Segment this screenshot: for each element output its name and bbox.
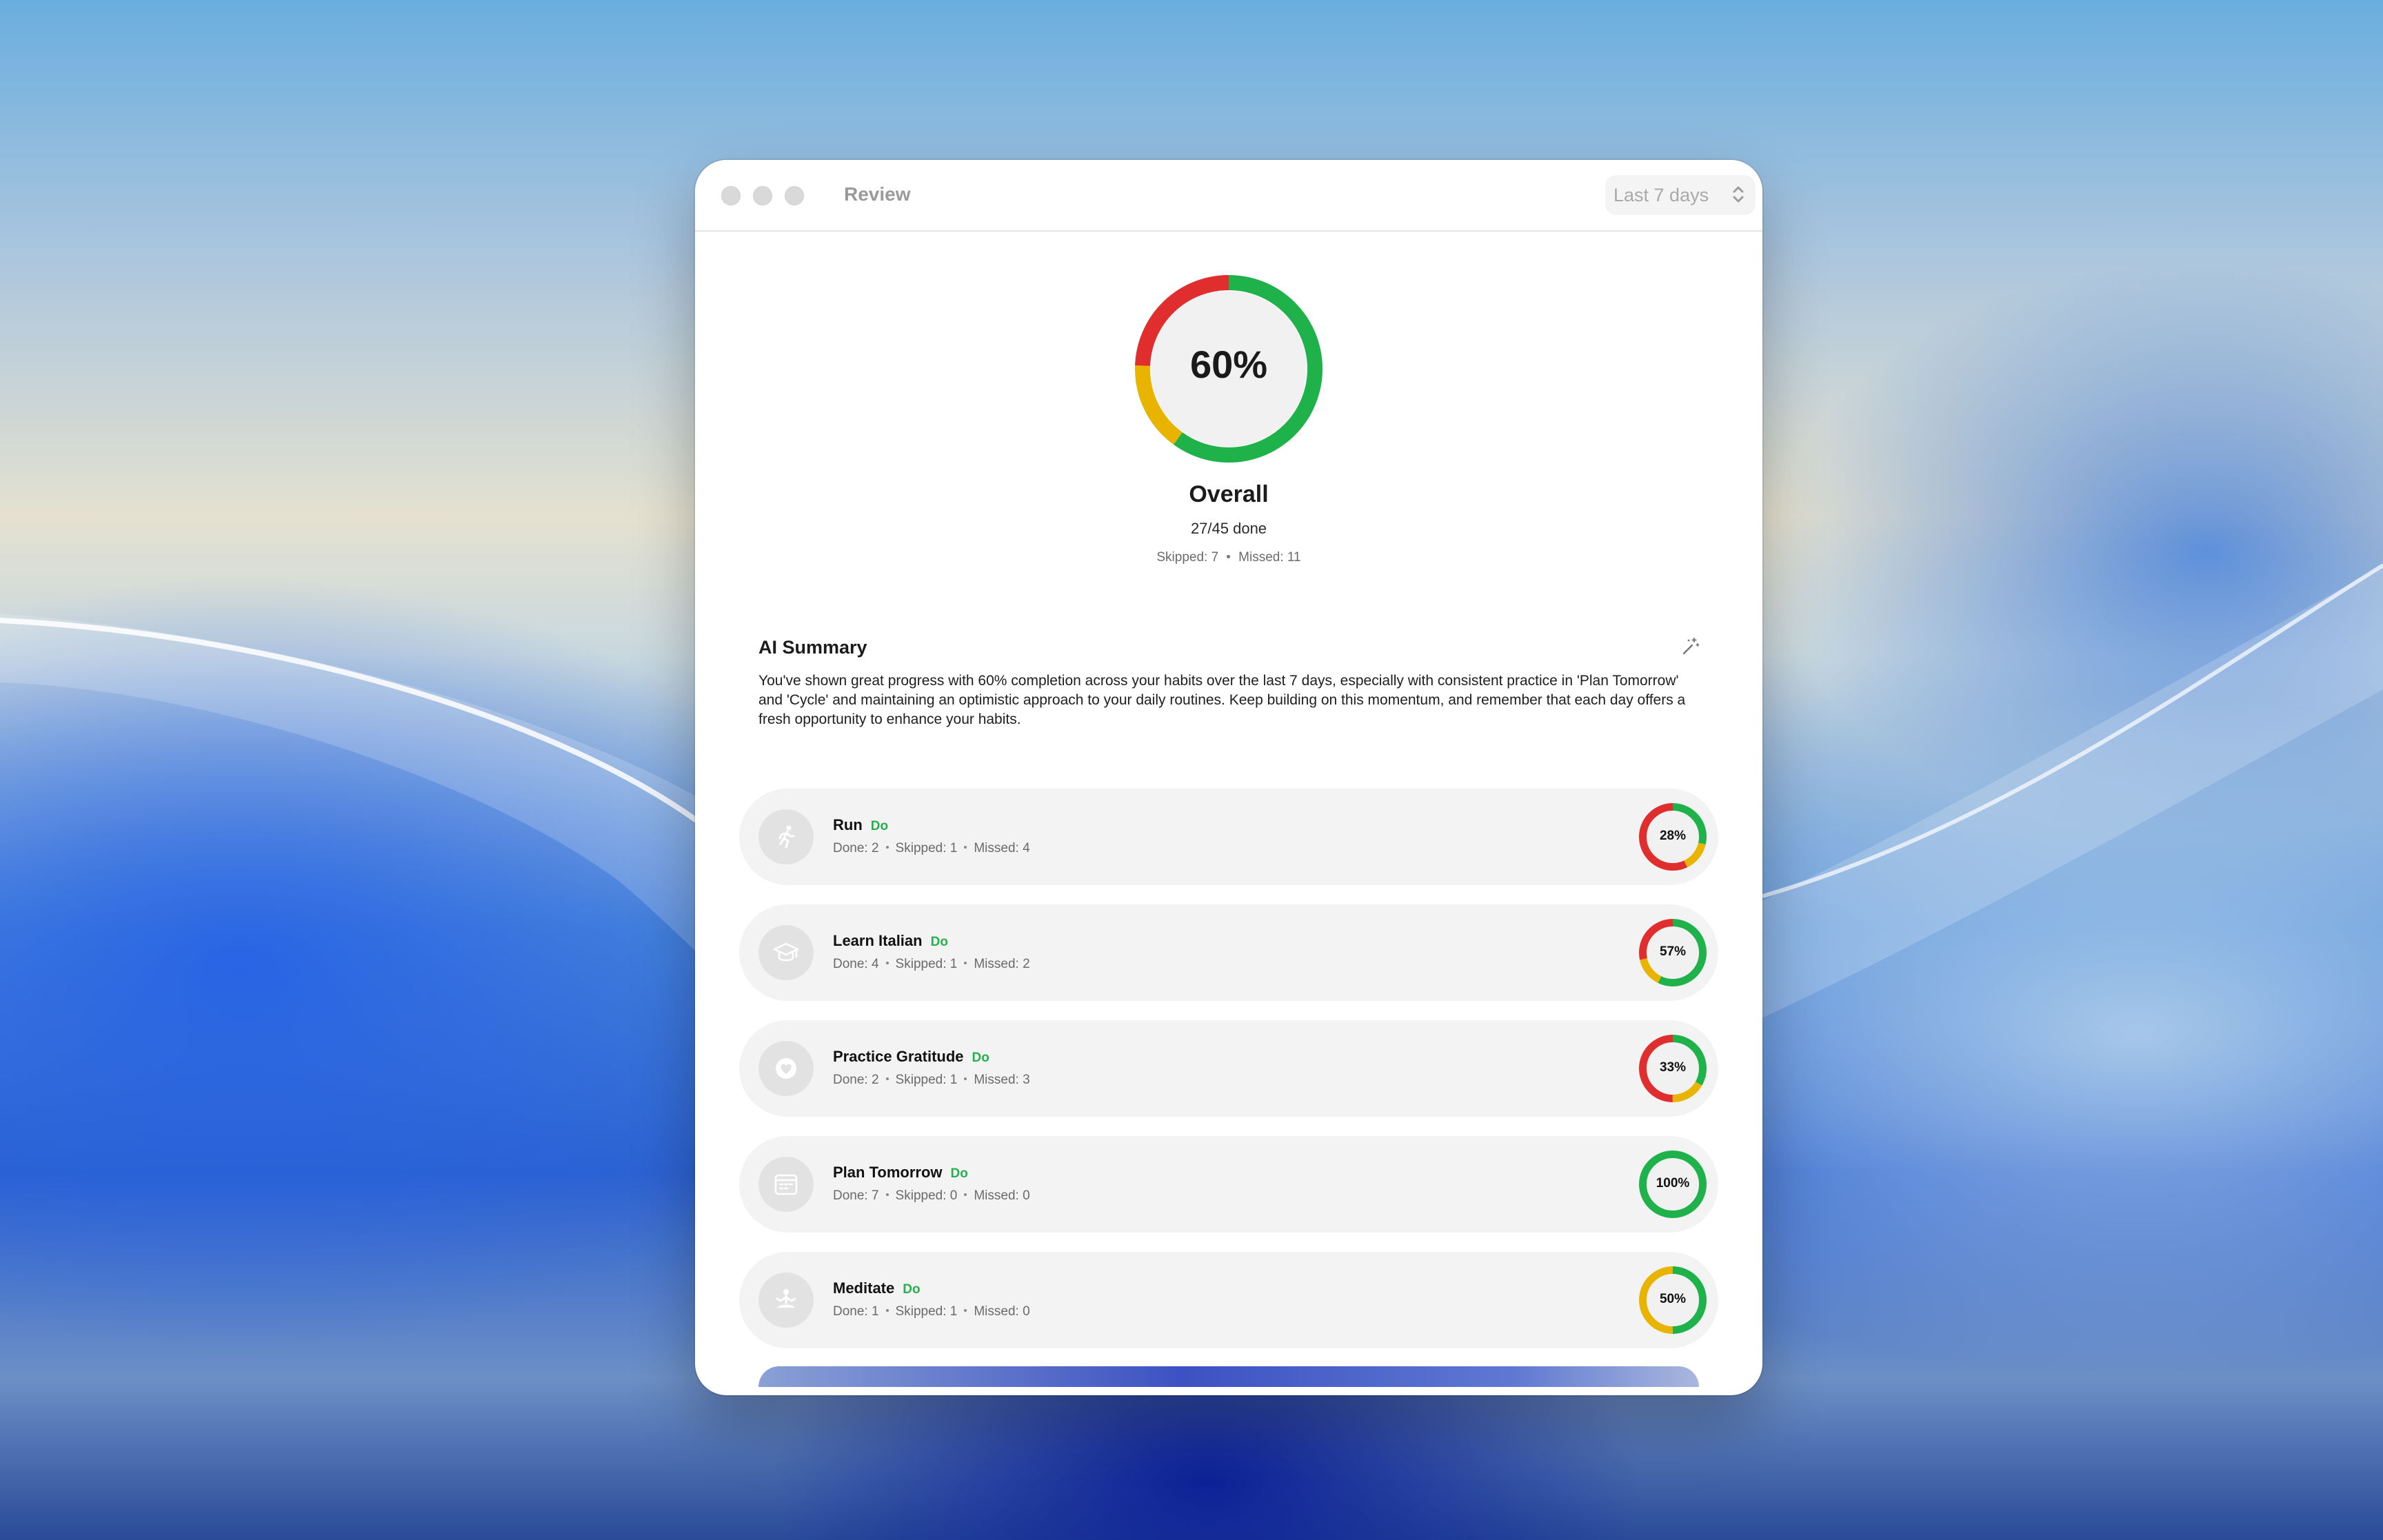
habit-icon-badge (758, 1157, 814, 1212)
habit-percent: 57% (1659, 944, 1687, 959)
habit-name: Practice Gratitude Do (833, 1048, 989, 1066)
habit-icon-badge (758, 925, 814, 980)
habit-done: Done: 7 (833, 1188, 879, 1203)
period-selector-value: Last 7 days (1613, 185, 1709, 205)
habit-stats: Done: 1 Skipped: 1 Missed: 0 (833, 1304, 1030, 1319)
habit-skipped: Skipped: 1 (895, 841, 958, 855)
magic-wand-icon[interactable] (1680, 636, 1700, 656)
habit-percent: 28% (1659, 829, 1687, 843)
habit-name: Plan Tomorrow Do (833, 1164, 968, 1182)
habit-row-plan-tomorrow[interactable]: Plan Tomorrow Do Done: 7 Skipped: 0 Missed:… (739, 1136, 1718, 1233)
habit-row-run[interactable]: Run Do Done: 2 Skipped: 1 Missed: 4 28% (739, 789, 1718, 885)
habit-stats: Done: 7 Skipped: 0 Missed: 0 (833, 1188, 1030, 1204)
period-selector[interactable]: Last 7 days (1605, 175, 1756, 215)
habit-stats: Done: 2 Skipped: 1 Missed: 4 (833, 841, 1030, 856)
habit-stats: Done: 4 Skipped: 1 Missed: 2 (833, 957, 1030, 972)
habit-done: Done: 4 (833, 957, 879, 971)
next-card-peek (758, 1366, 1699, 1387)
calendar-icon (774, 1174, 798, 1195)
habit-row-learn-italian[interactable]: Learn Italian Do Done: 4 Skipped: 1 Missed:… (739, 904, 1718, 1001)
ai-summary-text: You've shown great progress with 60% com… (758, 673, 1686, 727)
separator-dot (885, 1077, 889, 1081)
separator-dot (964, 962, 967, 965)
overall-skipped: Skipped: 7 (1156, 550, 1219, 565)
habit-icon-badge (758, 809, 814, 864)
habit-title: Run (833, 816, 863, 833)
separator-dot (964, 1077, 967, 1081)
habit-name: Run Do (833, 816, 888, 834)
overall-title: Overall (1189, 481, 1269, 507)
habit-name: Meditate Do (833, 1279, 921, 1297)
habit-kind-label: Do (930, 935, 948, 949)
habit-kind-label: Do (950, 1166, 968, 1181)
habit-percent: 100% (1656, 1176, 1690, 1191)
habit-skipped: Skipped: 0 (895, 1188, 958, 1203)
review-window: Review Last 7 days 60% Overall 27/45 don… (695, 160, 1762, 1395)
habit-skipped: Skipped: 1 (895, 1073, 958, 1087)
separator-dot (885, 846, 889, 849)
habit-skipped: Skipped: 1 (895, 1304, 958, 1319)
habit-kind-label: Do (870, 819, 889, 833)
habit-missed: Missed: 3 (974, 1073, 1030, 1087)
habit-title: Meditate (833, 1279, 895, 1297)
separator-dot (964, 1309, 967, 1313)
habit-title: Plan Tomorrow (833, 1164, 943, 1181)
habit-name: Learn Italian Do (833, 932, 948, 950)
overall-missed: Missed: 11 (1238, 550, 1301, 565)
habit-percent: 50% (1659, 1292, 1687, 1306)
separator-dot (885, 1309, 889, 1313)
separator-dot (885, 962, 889, 965)
separator-dot (1227, 554, 1231, 558)
habit-title: Learn Italian (833, 932, 923, 949)
habit-stats: Done: 2 Skipped: 1 Missed: 3 (833, 1073, 1030, 1088)
habit-done: Done: 1 (833, 1304, 879, 1319)
habit-title: Practice Gratitude (833, 1048, 964, 1065)
overall-stats: Skipped: 7 Missed: 11 (695, 550, 1762, 565)
habit-missed: Missed: 0 (974, 1304, 1030, 1319)
separator-dot (964, 1193, 967, 1197)
habit-kind-label: Do (972, 1051, 989, 1065)
heart-icon (776, 1058, 796, 1079)
separator-dot (885, 1193, 889, 1197)
overall-done-count: 27/45 done (1190, 520, 1267, 537)
habit-percent: 33% (1659, 1060, 1687, 1075)
habit-skipped: Skipped: 1 (895, 957, 958, 971)
zoom-window-button[interactable] (785, 186, 804, 205)
habit-row-practice-gratitude[interactable]: Practice Gratitude Do Done: 2 Skipped: 1 Mi… (739, 1020, 1718, 1117)
overall-percent: 60% (1189, 343, 1268, 386)
habit-missed: Missed: 4 (974, 841, 1030, 855)
meditation-figure-icon (776, 1289, 796, 1308)
habit-icon-badge (758, 1273, 814, 1328)
ai-summary-title: AI Summary (758, 637, 867, 658)
close-window-button[interactable] (721, 186, 741, 205)
habit-missed: Missed: 2 (974, 957, 1030, 971)
habit-icon-badge (758, 1041, 814, 1096)
up-down-chevron-icon (1733, 186, 1744, 203)
window-title: Review (844, 183, 911, 205)
minimize-window-button[interactable] (753, 186, 772, 205)
habit-done: Done: 2 (833, 1073, 879, 1087)
habit-kind-label: Do (903, 1282, 921, 1297)
graduation-cap-icon (773, 942, 799, 962)
separator-dot (964, 846, 967, 849)
habit-done: Done: 2 (833, 841, 879, 855)
running-figure-icon (778, 825, 795, 849)
habit-missed: Missed: 0 (974, 1188, 1030, 1203)
habit-row-meditate[interactable]: Meditate Do Done: 1 Skipped: 1 Missed: 0 50… (739, 1252, 1718, 1348)
title-bar: Review Last 7 days (695, 160, 1762, 232)
